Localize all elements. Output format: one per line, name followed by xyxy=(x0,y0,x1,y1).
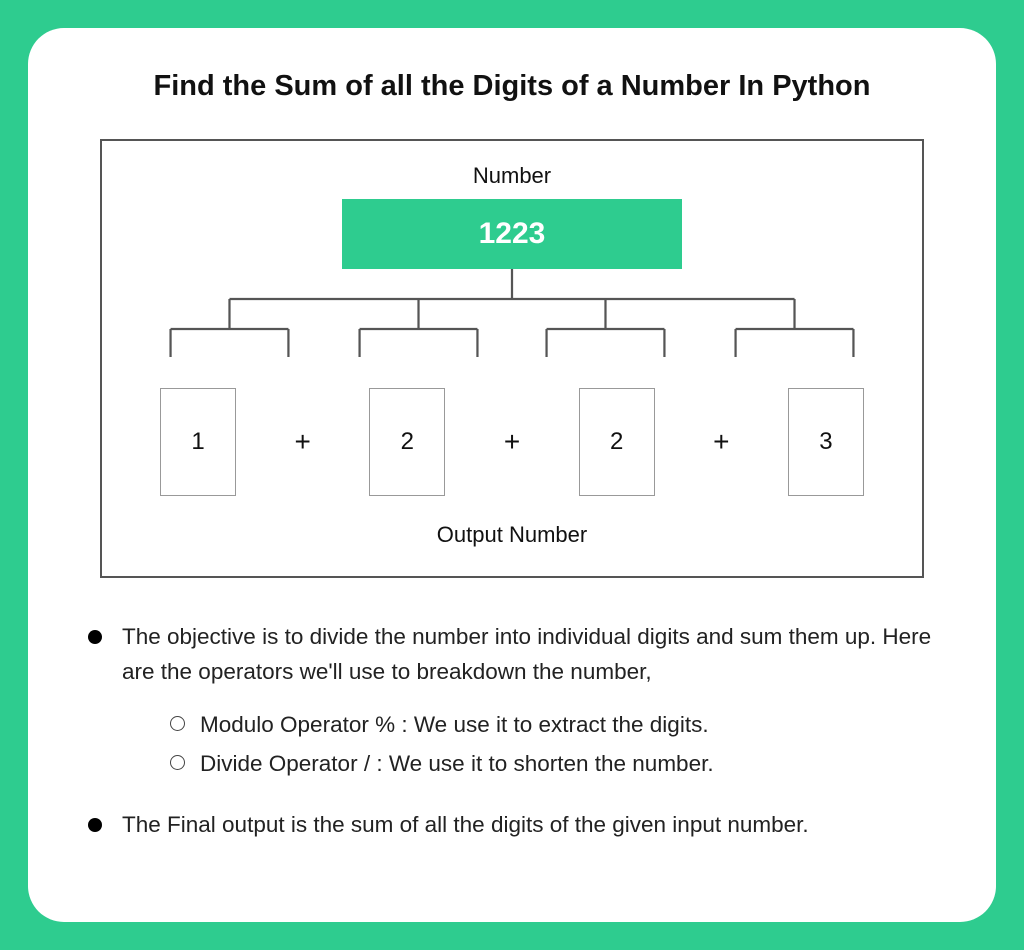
digit-box: 2 xyxy=(369,388,445,496)
plus-operator: + xyxy=(504,426,520,458)
digit-box: 2 xyxy=(579,388,655,496)
digit-box: 1 xyxy=(160,388,236,496)
digits-row: 1 + 2 + 2 + 3 xyxy=(136,388,888,496)
bullet-list: The objective is to divide the number in… xyxy=(80,620,944,842)
number-box: 1223 xyxy=(342,199,682,269)
plus-operator: + xyxy=(713,426,729,458)
plus-operator: + xyxy=(294,426,310,458)
output-label: Output Number xyxy=(136,522,888,548)
number-label: Number xyxy=(136,163,888,189)
tree-connector-icon xyxy=(136,269,888,389)
sub-list-item: Modulo Operator % : We use it to extract… xyxy=(170,708,944,743)
list-item: The objective is to divide the number in… xyxy=(80,620,944,782)
sub-list: Modulo Operator % : We use it to extract… xyxy=(122,708,944,782)
page-title: Find the Sum of all the Digits of a Numb… xyxy=(80,70,944,103)
list-item: The Final output is the sum of all the d… xyxy=(80,808,944,843)
sub-list-item: Divide Operator / : We use it to shorten… xyxy=(170,747,944,782)
content-card: Find the Sum of all the Digits of a Numb… xyxy=(28,28,996,922)
diagram-frame: Number 1223 xyxy=(100,139,924,578)
list-item-text: The objective is to divide the number in… xyxy=(122,624,931,684)
digit-box: 3 xyxy=(788,388,864,496)
